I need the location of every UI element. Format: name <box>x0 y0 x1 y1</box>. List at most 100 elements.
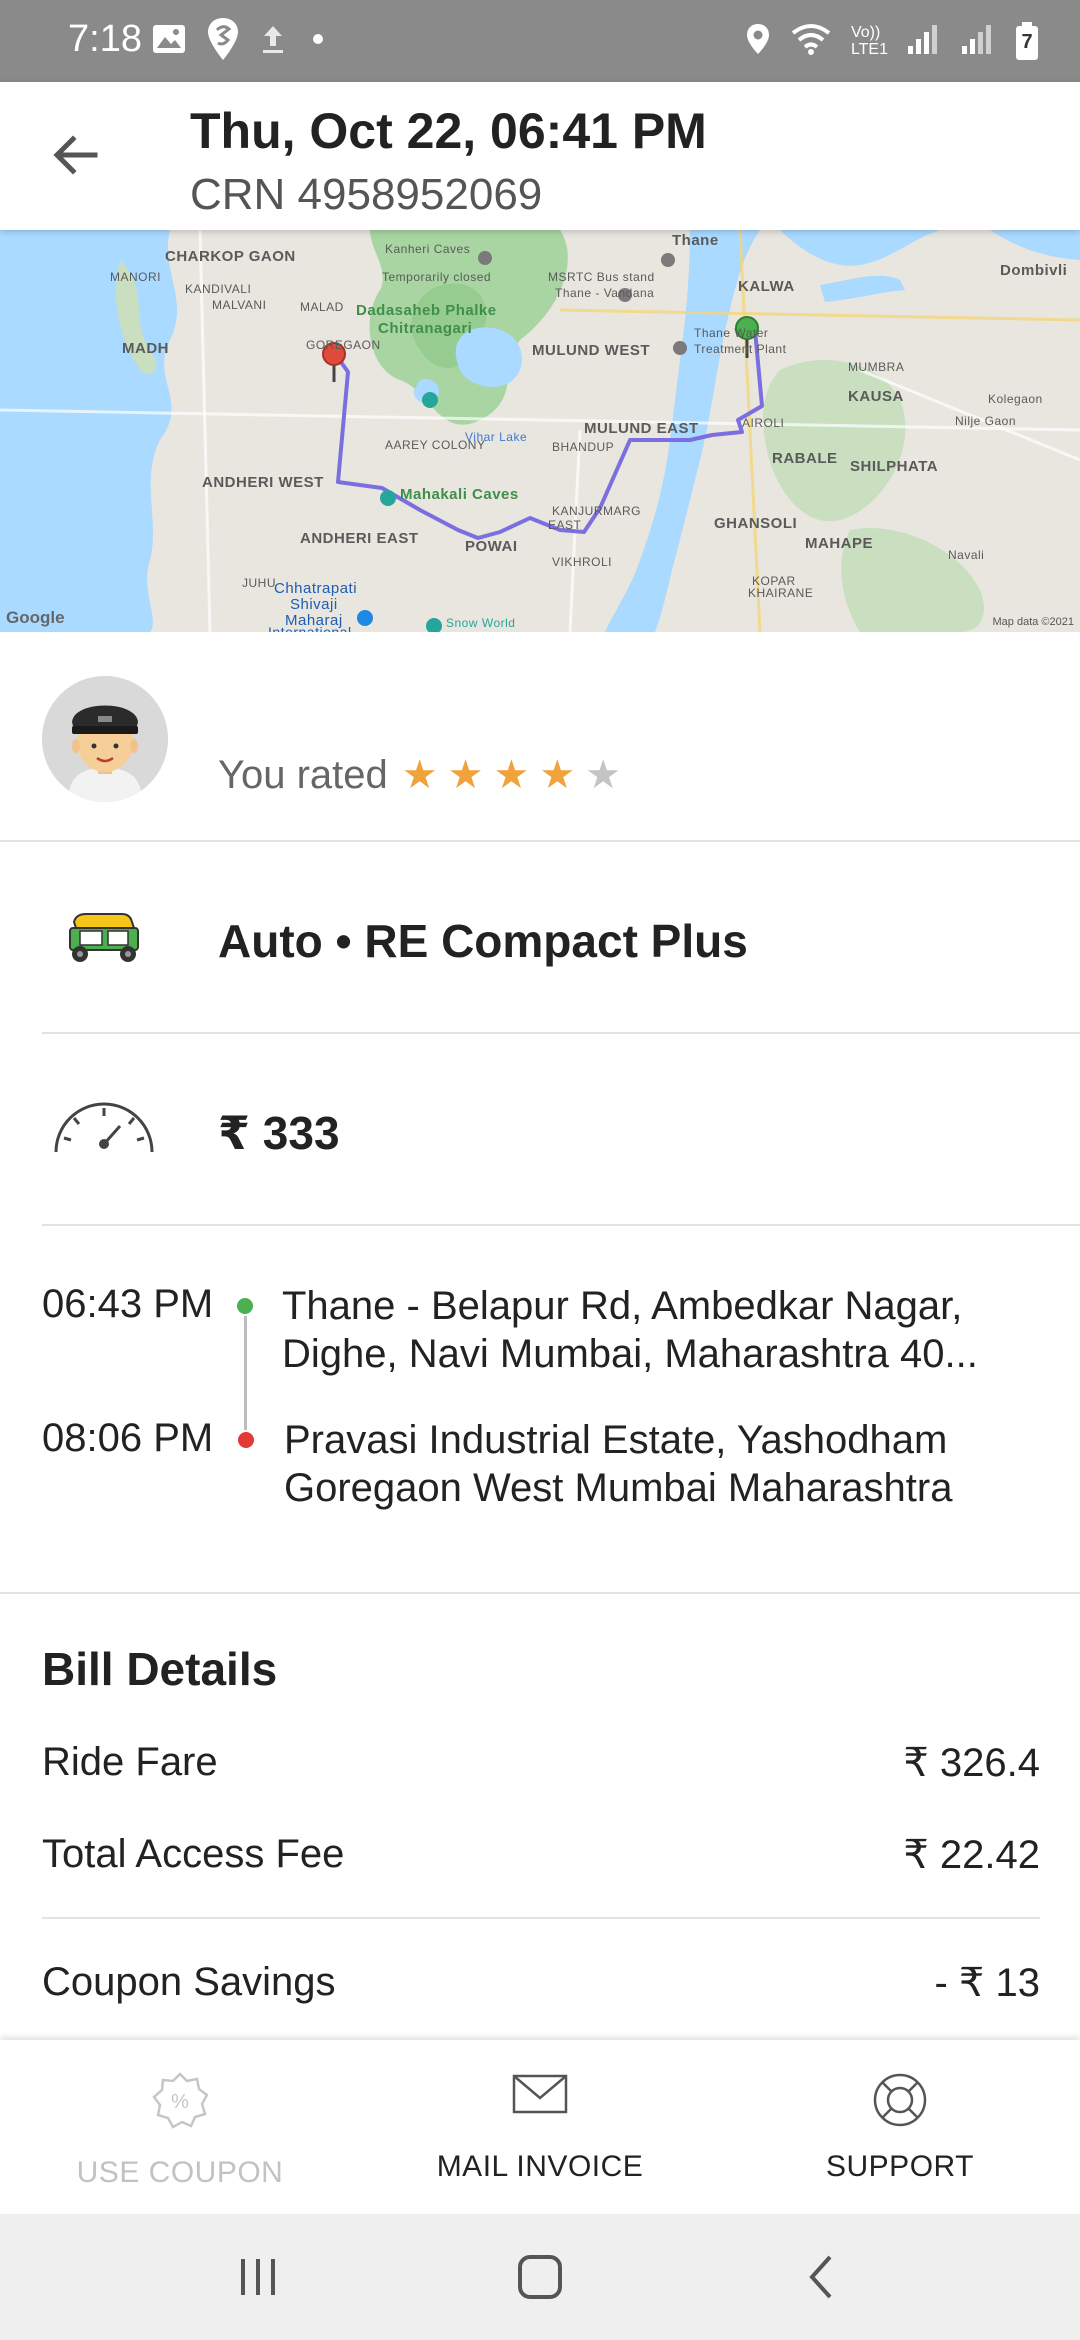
map-label: Chhatrapati <box>274 580 358 597</box>
bill-label: Ride Fare <box>42 1740 218 1784</box>
vehicle-type: Auto • RE Compact Plus <box>218 915 748 967</box>
status-right-icons: Vo)) LTE1 7 <box>745 14 1040 68</box>
map-label: MULUND WEST <box>532 342 650 359</box>
map-label: MAHAPE <box>805 535 874 552</box>
home-button[interactable] <box>495 2250 585 2304</box>
status-left-icons <box>152 16 330 67</box>
back-button[interactable] <box>40 120 110 190</box>
star-empty-icon: ★ <box>585 753 622 797</box>
map-label: VIKHROLI <box>552 555 613 569</box>
rated-label: You rated <box>218 752 388 797</box>
bill-row-coupon: Coupon Savings - ₹ 13 <box>42 1960 1040 2006</box>
wifi-icon <box>789 21 833 62</box>
system-nav-bar <box>0 2214 1080 2340</box>
drop-dot-icon <box>238 1432 254 1448</box>
speedometer-icon <box>52 1096 156 1161</box>
map-label: Snow World <box>446 616 516 630</box>
map-label: POWAI <box>465 538 518 555</box>
bill-row-access-fee: Total Access Fee ₹ 22.42 <box>42 1832 1040 1878</box>
gallery-icon <box>152 24 186 59</box>
map-label: KAUSA <box>848 388 904 405</box>
chevron-left-icon <box>809 2255 832 2299</box>
notification-dot-icon <box>306 27 330 56</box>
pickup-time: 06:43 PM <box>42 1282 214 1326</box>
signal-2-icon <box>960 22 996 61</box>
google-logo: Google <box>6 608 65 627</box>
map-label: International <box>268 624 352 632</box>
map-label: Mahakali Caves <box>400 486 519 503</box>
vehicle-row: Auto • RE Compact Plus <box>42 842 1080 1034</box>
home-icon <box>518 2255 562 2299</box>
use-coupon-label: USE COUPON <box>76 2156 284 2189</box>
map-label: AIROLI <box>742 416 785 430</box>
ride-header: Thu, Oct 22, 06:41 PM CRN 4958952069 <box>0 82 1080 230</box>
location-icon <box>745 22 771 61</box>
map-label: BHANDUP <box>552 440 615 454</box>
map-label: MADH <box>122 340 169 357</box>
crn-number: CRN 4958952069 <box>190 170 543 219</box>
map-label: RABALE <box>772 450 838 467</box>
pickup-address: Thane - Belapur Rd, Ambedkar Nagar, Digh… <box>282 1284 978 1376</box>
bill-divider <box>42 1917 1040 1919</box>
map-label: ANDHERI EAST <box>300 530 419 547</box>
mail-invoice-button[interactable]: MAIL INVOICE <box>360 2040 720 2214</box>
support-button[interactable]: SUPPORT <box>720 2040 1080 2214</box>
bill-details-title: Bill Details <box>42 1643 278 1695</box>
signal-icon <box>906 22 942 61</box>
map-label: SHILPHATA <box>850 458 939 475</box>
battery-level: 7 <box>1021 31 1033 53</box>
map-background <box>0 230 1080 632</box>
map-label: MALAD <box>300 300 344 314</box>
use-coupon-button[interactable]: % USE COUPON <box>0 2040 360 2214</box>
bill-label: Total Access Fee <box>42 1832 345 1876</box>
fare-amount: ₹ 333 <box>218 1107 340 1159</box>
map-label: Chitranagari <box>378 320 473 337</box>
map-label: JUHU <box>242 576 276 590</box>
map-label: CHARKOP GAON <box>165 248 296 265</box>
fare-row: ₹ 333 <box>42 1034 1080 1226</box>
auto-rickshaw-icon <box>64 910 144 971</box>
route-map[interactable]: CHARKOP GAON KANDIVALI MANORI MALVANI MA… <box>0 230 1080 632</box>
map-label: Kanheri Caves <box>385 242 471 256</box>
map-label: Shivaji <box>290 596 338 613</box>
map-label: MSRTC Bus stand <box>548 270 655 284</box>
map-label: Temporarily closed <box>382 270 492 284</box>
map-label: KANDIVALI <box>185 282 252 296</box>
driver-avatar-icon <box>42 676 168 802</box>
lifebuoy-icon <box>872 2072 928 2133</box>
map-label: Kolegaon <box>988 392 1043 406</box>
mail-invoice-label: MAIL INVOICE <box>436 2150 644 2183</box>
map-label: Navali <box>948 548 985 562</box>
star-filled-icon: ★ <box>539 753 576 797</box>
recent-apps-button[interactable] <box>214 2250 304 2304</box>
map-label: MUMBRA <box>848 360 905 374</box>
system-back-button[interactable] <box>776 2250 866 2304</box>
battery-icon: 7 <box>1014 21 1040 61</box>
route-line <box>244 1316 247 1430</box>
map-label: KALWA <box>738 278 795 295</box>
map-attribution: Map data ©2021 <box>992 616 1075 628</box>
bill-row-ride-fare: Ride Fare ₹ 326.4 <box>42 1740 1040 1786</box>
map-label: EAST <box>548 518 582 532</box>
back-arrow-icon <box>53 135 98 175</box>
star-filled-icon: ★ <box>401 753 438 797</box>
support-label: SUPPORT <box>826 2150 974 2183</box>
map-label: Dadasaheb Phalke <box>356 302 497 319</box>
map-label: MANORI <box>110 270 161 284</box>
svg-text:%: % <box>171 2091 189 2113</box>
drop-address: Pravasi Industrial Estate, Yashodham Gor… <box>284 1418 953 1510</box>
map-label: Dombivli <box>1000 262 1068 279</box>
map-label: KHAIRANE <box>748 586 814 600</box>
status-time: 7:18 <box>68 18 142 60</box>
ride-date-title: Thu, Oct 22, 06:41 PM <box>190 103 707 159</box>
driver-section: You rated ★ ★ ★ ★ ★ <box>0 632 1080 842</box>
map-label: KANJURMARG <box>552 504 642 518</box>
upload-icon <box>260 22 286 61</box>
swiggy-icon <box>206 16 240 67</box>
pickup-dot-icon <box>237 1298 253 1314</box>
map-label: Thane Water <box>694 326 769 340</box>
trip-details: 06:43 PM Thane - Belapur Rd, Ambedkar Na… <box>0 1226 1080 1594</box>
star-filled-icon: ★ <box>447 753 484 797</box>
rating-row: You rated ★ ★ ★ ★ ★ <box>218 752 631 798</box>
map-label: Vihar Lake <box>465 430 528 444</box>
